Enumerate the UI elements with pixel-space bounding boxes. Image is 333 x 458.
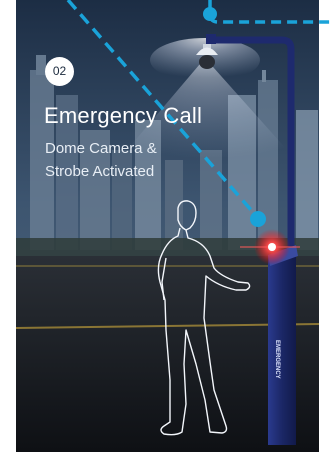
step-subtitle-line2: Strobe Activated <box>45 163 155 180</box>
step-subtitle-line1: Dome Camera & <box>45 140 157 157</box>
step-badge: 02 <box>45 57 74 86</box>
step-title: Emergency Call <box>44 103 203 128</box>
connector-dot-icon <box>250 211 266 227</box>
emergency-call-scene: EMERGENCY 02 Emergency Call Dome Camera … <box>0 0 333 458</box>
emergency-tower <box>268 245 296 445</box>
connector-dot-icon <box>203 7 217 21</box>
tower-label: EMERGENCY <box>274 340 280 379</box>
